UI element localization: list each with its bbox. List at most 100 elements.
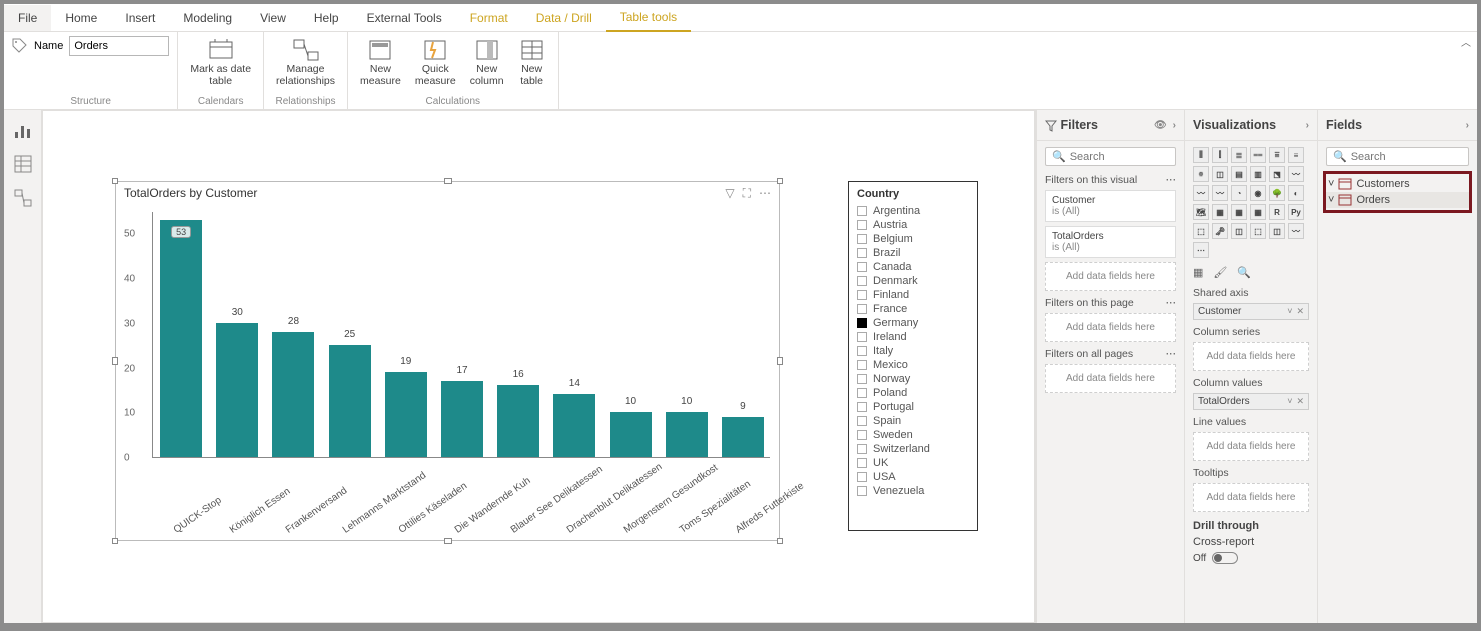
viz-type-icon[interactable]: ≡ [1288,147,1304,163]
shared-axis-chip[interactable]: Customer ˅✕ [1193,303,1309,320]
slicer-item[interactable]: Norway [857,372,969,386]
viz-type-icon[interactable]: ▦ [1212,204,1228,220]
checkbox-icon[interactable] [857,472,867,482]
focus-mode-icon[interactable]: ⛶ [743,186,751,201]
filter-card-customer[interactable]: Customer is (All) [1045,190,1176,222]
viz-type-icon[interactable]: ▥ [1250,166,1266,182]
slicer-item[interactable]: Italy [857,344,969,358]
viz-type-icon[interactable]: ⋯ [1193,242,1209,258]
slicer-item[interactable]: UK [857,456,969,470]
more-icon[interactable]: ⋯ [1166,297,1177,309]
resize-handle[interactable] [112,538,118,544]
remove-icon[interactable]: ✕ [1296,396,1304,407]
slicer-item[interactable]: Spain [857,414,969,428]
resize-handle[interactable] [112,178,118,184]
cross-report-toggle[interactable]: Off [1193,552,1309,564]
viz-type-icon[interactable]: 🗺 [1193,204,1209,220]
checkbox-icon[interactable] [857,360,867,370]
data-view-icon[interactable] [13,154,33,174]
checkbox-icon[interactable] [857,234,867,244]
chart-bar[interactable]: 16 [497,385,539,457]
viz-type-icon[interactable]: ◉ [1250,185,1266,201]
slicer-item[interactable]: Canada [857,260,969,274]
viz-type-icon[interactable]: ⬚ [1250,223,1266,239]
checkbox-icon[interactable] [857,444,867,454]
viz-type-icon[interactable]: Py [1288,204,1304,220]
column-series-well[interactable]: Add data fields here [1193,342,1309,371]
remove-icon[interactable]: ✕ [1296,306,1304,317]
fields-table-customers[interactable]: ˅ Customers [1326,176,1469,192]
checkbox-icon[interactable] [857,262,867,272]
viz-type-icon[interactable]: 〰 [1212,185,1228,201]
slicer-item[interactable]: Sweden [857,428,969,442]
chart-bar[interactable]: 53 [160,220,202,457]
filter-card-totalorders[interactable]: TotalOrders is (All) [1045,226,1176,258]
viz-type-icon[interactable]: ⬚ [1193,223,1209,239]
checkbox-icon[interactable] [857,290,867,300]
menu-home[interactable]: Home [51,5,111,31]
chart-bar[interactable]: 10 [666,412,708,457]
chevron-down-icon[interactable]: ˅ [1287,306,1292,317]
fields-search-input[interactable] [1351,151,1477,163]
chevron-down-icon[interactable]: ˅ [1287,396,1292,407]
filters-page-dropwell[interactable]: Add data fields here [1045,313,1176,342]
resize-handle[interactable] [777,538,783,544]
line-values-well[interactable]: Add data fields here [1193,432,1309,461]
viz-type-icon[interactable]: 〰 [1288,223,1304,239]
quick-measure-button[interactable]: Quick measure [411,36,460,89]
checkbox-icon[interactable] [857,206,867,216]
checkbox-icon[interactable] [857,458,867,468]
viz-type-icon[interactable]: ⩸ [1269,147,1285,163]
viz-type-icon[interactable]: 〰 [1193,185,1209,201]
viz-type-icon[interactable]: R [1269,204,1285,220]
menu-format[interactable]: Format [456,5,522,31]
slicer-item[interactable]: Portugal [857,400,969,414]
slicer-item[interactable]: Brazil [857,246,969,260]
viz-type-icon[interactable]: ◫ [1269,223,1285,239]
slicer-item[interactable]: Mexico [857,358,969,372]
analytics-tab-icon[interactable]: 🔍 [1237,266,1251,279]
checkbox-icon[interactable] [857,248,867,258]
slicer-item[interactable]: Venezuela [857,484,969,498]
slicer-item[interactable]: Argentina [857,204,969,218]
filters-all-dropwell[interactable]: Add data fields here [1045,364,1176,393]
filters-search[interactable]: 🔍 [1045,147,1176,166]
report-canvas[interactable]: TotalOrders by Customer ▽ ⛶ ⋯ 5330282519… [42,110,1035,623]
slicer-item[interactable]: Finland [857,288,969,302]
checkbox-icon[interactable] [857,220,867,230]
checkbox-icon[interactable] [857,486,867,496]
filters-search-input[interactable] [1070,151,1184,163]
viz-type-icon[interactable]: ⫿ [1212,147,1228,163]
slicer-item[interactable]: France [857,302,969,316]
menu-view[interactable]: View [246,5,300,31]
model-view-icon[interactable] [13,188,33,208]
chart-visual[interactable]: TotalOrders by Customer ▽ ⛶ ⋯ 5330282519… [115,181,780,541]
checkbox-icon[interactable] [857,374,867,384]
viz-type-icon[interactable]: ⬔ [1269,166,1285,182]
menu-insert[interactable]: Insert [111,5,169,31]
new-table-button[interactable]: New table [514,36,550,89]
chart-bar[interactable]: 14 [553,394,595,457]
checkbox-icon[interactable] [857,388,867,398]
viz-type-icon[interactable]: 🗝 [1212,223,1228,239]
viz-type-icon[interactable]: 🌳 [1269,185,1285,201]
country-slicer[interactable]: Country ArgentinaAustriaBelgiumBrazilCan… [848,181,978,531]
report-view-icon[interactable] [13,120,33,140]
slicer-item[interactable]: Austria [857,218,969,232]
chart-bar[interactable]: 17 [441,381,483,457]
resize-handle[interactable] [444,538,452,544]
checkbox-icon[interactable] [857,402,867,412]
resize-handle[interactable] [112,357,118,365]
resize-handle[interactable] [444,178,452,184]
more-options-icon[interactable]: ⋯ [759,186,771,201]
fields-search[interactable]: 🔍 [1326,147,1469,166]
tooltips-well[interactable]: Add data fields here [1193,483,1309,512]
viz-type-icon[interactable]: ⫼ [1193,147,1209,163]
viz-type-icon[interactable]: ⩷ [1193,166,1209,182]
resize-handle[interactable] [777,178,783,184]
slicer-item[interactable]: Germany [857,316,969,330]
column-values-chip[interactable]: TotalOrders ˅✕ [1193,393,1309,410]
eye-icon[interactable]: 👁 [1154,120,1167,131]
checkbox-icon[interactable] [857,304,867,314]
filter-icon[interactable]: ▽ [725,186,734,201]
